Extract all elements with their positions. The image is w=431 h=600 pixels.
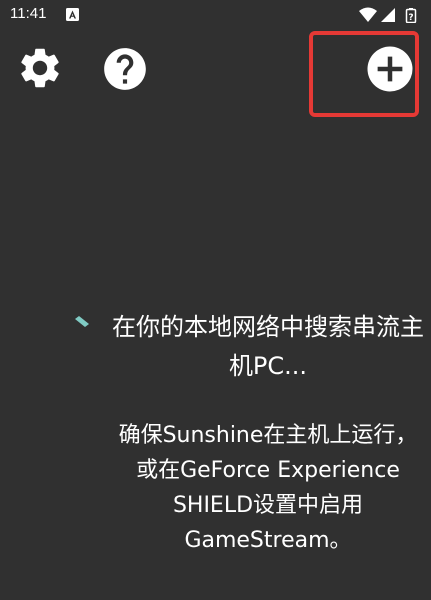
- add-pc-button[interactable]: [363, 42, 417, 96]
- loading-spinner-icon: [75, 316, 89, 327]
- signal-icon: [381, 8, 395, 22]
- notification-a-icon: [66, 8, 79, 21]
- settings-button[interactable]: [16, 44, 64, 92]
- hint-text: 确保Sunshine在主机上运行，或在GeForce Experience SH…: [118, 423, 418, 553]
- svg-text:?: ?: [408, 13, 413, 23]
- add-circle-icon: [367, 46, 413, 92]
- battery-icon: ?: [405, 8, 417, 23]
- status-bar: 11:41 ?: [0, 0, 431, 30]
- help-button[interactable]: [100, 44, 150, 94]
- help-circle-icon: [104, 48, 146, 90]
- status-time: 11:41: [10, 5, 47, 22]
- wifi-icon: [359, 7, 377, 22]
- gear-icon: [21, 48, 59, 88]
- status-icons: ?: [359, 7, 417, 23]
- searching-text: 在你的本地网络中搜索串流主机PC...: [112, 313, 424, 380]
